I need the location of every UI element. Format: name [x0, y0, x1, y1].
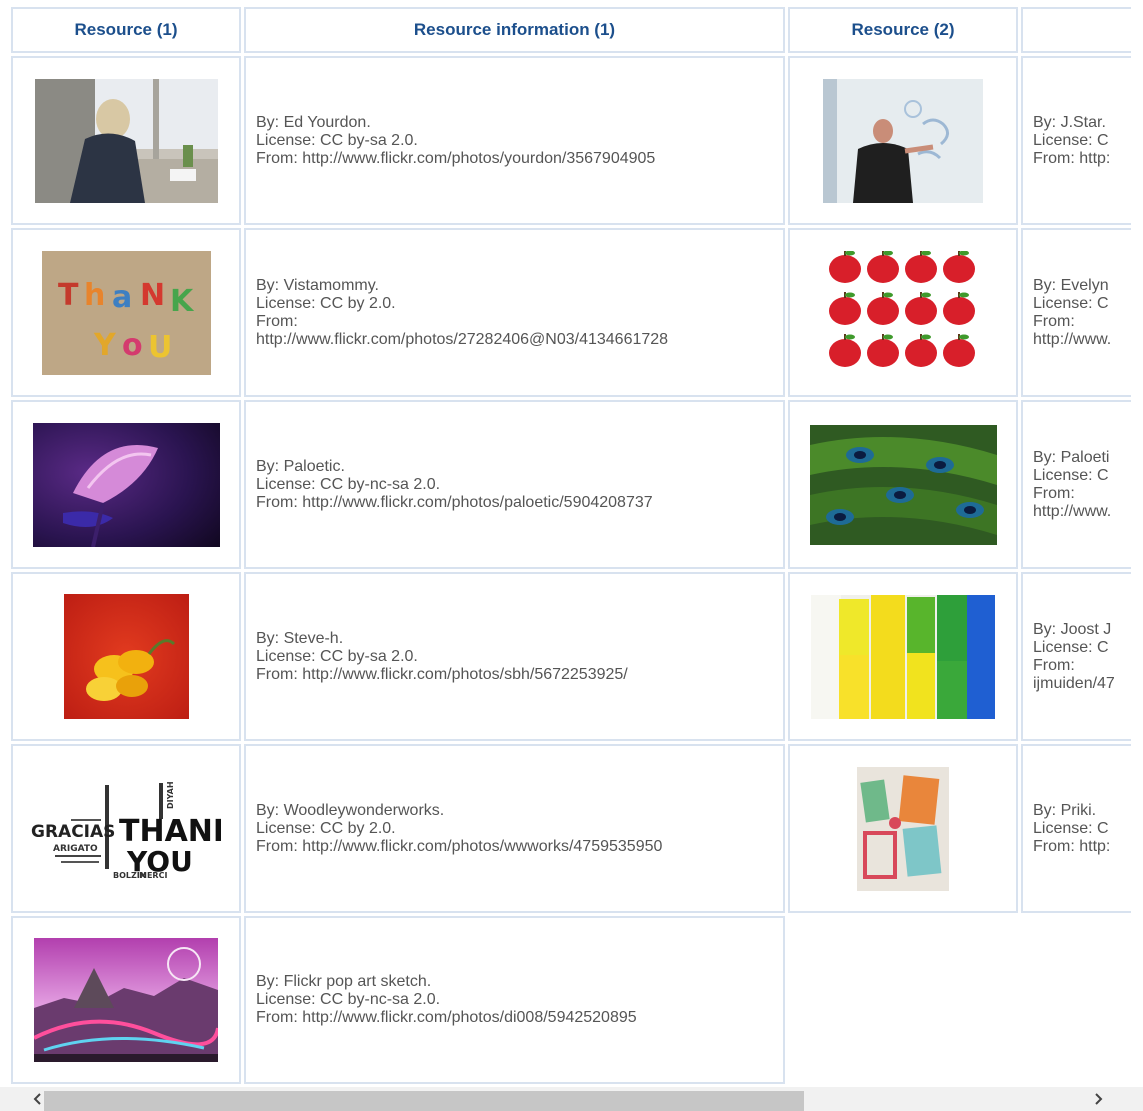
table-row-4-info-1: By: Steve-h. License: CC by-sa 2.0. From…: [244, 572, 785, 741]
license-text: License: C: [1033, 638, 1109, 656]
source-label: From:: [1033, 484, 1075, 502]
svg-text:T: T: [58, 278, 79, 313]
table-row-4-resource-1: [11, 572, 241, 741]
license-text: License: C: [1033, 819, 1109, 837]
svg-text:N: N: [140, 278, 165, 313]
table-row-5-info-1: By: Woodleywonderworks. License: CC by 2…: [244, 744, 785, 913]
svg-text:U: U: [148, 330, 172, 365]
source-link[interactable]: From: http://www.flickr.com/photos/paloe…: [256, 494, 653, 512]
author-text: By: Woodleywonderworks.: [256, 801, 445, 819]
table-row-6-info-1: By: Flickr pop art sketch. License: CC b…: [244, 916, 785, 1084]
greeting-cards-photo[interactable]: [857, 766, 949, 891]
table-row-3-info-2: By: Paloeti License: C From: http://www.: [1021, 400, 1131, 569]
column-header-label: Resource information (1): [413, 20, 616, 39]
license-text: License: CC by-nc-sa 2.0.: [256, 991, 441, 1008]
word-cloud-word: ARIGATO: [53, 844, 98, 854]
table-row-3-resource-2: [788, 400, 1018, 569]
column-header-resource-1: Resource (1): [11, 7, 241, 53]
author-text: By: Steve-h.: [256, 629, 344, 647]
source-label: From:: [1033, 312, 1075, 330]
source-link[interactable]: From: http:: [1033, 150, 1110, 168]
woman-at-window-photo[interactable]: [34, 78, 218, 203]
peacock-feathers-photo[interactable]: [809, 424, 997, 545]
source-link[interactable]: ijmuiden/47: [1033, 675, 1115, 693]
colorful-cylinders-photo[interactable]: [811, 594, 995, 719]
author-text: By: Evelyn: [1033, 276, 1109, 294]
table-row-5-resource-2: [788, 744, 1018, 913]
svg-text:Y: Y: [93, 328, 117, 363]
word-cloud-word: DIYAH: [166, 781, 175, 809]
table-row-2-info-2: By: Evelyn License: C From: http://www.: [1021, 228, 1131, 397]
resource-table: Resource (1) Resource information (1) Re…: [0, 0, 1131, 1087]
chevron-left-icon: [33, 1093, 41, 1105]
table-row-2-info-1: By: Vistamommy. License: CC by 2.0. From…: [244, 228, 785, 397]
table-row-1-info-1: By: Ed Yourdon. License: CC by-sa 2.0. F…: [244, 56, 785, 225]
author-text: By: Priki.: [1033, 801, 1097, 819]
author-text: By: J.Star.: [1033, 113, 1106, 131]
table-row-2-resource-2: [788, 228, 1018, 397]
source-link[interactable]: http://www.: [1033, 331, 1111, 349]
license-text: License: CC by-nc-sa 2.0.: [256, 475, 441, 493]
author-text: By: Paloeti: [1033, 448, 1110, 466]
source-link[interactable]: From: http:: [1033, 838, 1110, 856]
word-cloud-word: GRACIAS: [31, 822, 115, 842]
scrollbar-thumb[interactable]: [44, 1091, 804, 1111]
svg-text:K: K: [170, 284, 195, 319]
license-text: License: CC by 2.0.: [256, 819, 396, 837]
table-row-6-resource-1: [11, 916, 241, 1084]
source-link[interactable]: From: http://www.flickr.com/photos/sbh/5…: [256, 666, 628, 684]
svg-text:a: a: [112, 280, 132, 315]
author-text: By: Ed Yourdon.: [256, 113, 371, 131]
source-link[interactable]: http://www.flickr.com/photos/27282406@N0…: [256, 331, 668, 349]
column-header-info-1: Resource information (1): [244, 7, 785, 53]
source-label: From:: [1033, 656, 1075, 674]
horizontal-scrollbar[interactable]: [0, 1087, 1143, 1111]
source-link[interactable]: From: http://www.flickr.com/photos/di008…: [256, 1009, 637, 1027]
license-text: License: CC by-sa 2.0.: [256, 131, 418, 149]
chevron-right-icon: [1095, 1093, 1103, 1105]
table-row-3-info-1: By: Paloetic. License: CC by-nc-sa 2.0. …: [244, 400, 785, 569]
thank-you-magnets-photo[interactable]: T h a N K Y o U: [41, 250, 211, 375]
source-link[interactable]: From: http://www.flickr.com/photos/wwwor…: [256, 838, 662, 856]
yellow-flower-photo[interactable]: [63, 594, 189, 719]
license-text: License: C: [1033, 131, 1109, 149]
column-header-info-2: [1021, 7, 1131, 53]
purple-flower-photo[interactable]: [32, 422, 220, 547]
word-cloud-word: THANK: [119, 814, 221, 849]
table-row-4-info-2: By: Joost J License: C From: ijmuiden/47: [1021, 572, 1131, 741]
author-text: By: Joost J: [1033, 620, 1112, 638]
pop-art-sketch-image[interactable]: [34, 938, 218, 1062]
license-text: License: CC by 2.0.: [256, 294, 396, 312]
svg-text:o: o: [122, 328, 143, 363]
table-row-1-resource-2: [788, 56, 1018, 225]
source-label: From:: [256, 312, 298, 330]
source-link[interactable]: http://www.: [1033, 503, 1111, 521]
scroll-right-button[interactable]: [1086, 1087, 1110, 1111]
table-row-1-info-2: By: J.Star. License: C From: http:: [1021, 56, 1131, 225]
table-row-2-resource-1: T h a N K Y o U: [11, 228, 241, 397]
table-row-5-resource-1: GRACIAS THANK YOU ARIGATO MERCI BOLZIN D…: [11, 744, 241, 913]
svg-text:h: h: [84, 278, 105, 313]
thank-you-whiteboard-photo[interactable]: [823, 78, 983, 203]
table-row-4-resource-2: [788, 572, 1018, 741]
license-text: License: C: [1033, 466, 1109, 484]
table-row-3-resource-1: [11, 400, 241, 569]
author-text: By: Flickr pop art sketch.: [256, 973, 432, 990]
table-row-5-info-2: By: Priki. License: C From: http:: [1021, 744, 1131, 913]
column-header-label: Resource (1): [74, 20, 178, 39]
source-link[interactable]: From: http://www.flickr.com/photos/yourd…: [256, 150, 655, 168]
column-header-resource-2: Resource (2): [788, 7, 1018, 53]
license-text: License: C: [1033, 294, 1109, 312]
red-apples-illustration[interactable]: [823, 250, 983, 375]
table-row-1-resource-1: [11, 56, 241, 225]
thank-you-word-cloud[interactable]: GRACIAS THANK YOU ARIGATO MERCI BOLZIN D…: [31, 778, 221, 879]
word-cloud-word: BOLZIN: [113, 871, 146, 879]
license-text: License: CC by-sa 2.0.: [256, 647, 418, 665]
author-text: By: Vistamommy.: [256, 276, 379, 294]
column-header-label: Resource (2): [851, 20, 955, 39]
author-text: By: Paloetic.: [256, 457, 345, 475]
